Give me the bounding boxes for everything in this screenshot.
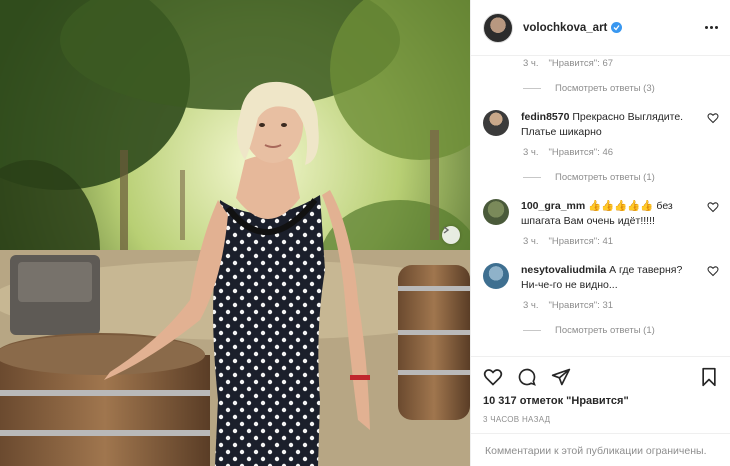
photo-illustration bbox=[0, 0, 470, 466]
comment-meta: 3 ч. "Нравится": 67 bbox=[483, 58, 719, 69]
comment-likes[interactable]: "Нравится": 31 bbox=[549, 300, 614, 311]
view-replies-label[interactable]: Посмотреть ответы (3) bbox=[555, 83, 655, 94]
post-side-panel: volochkova_art 3 ч. "Нравится": 67 Посмо… bbox=[470, 0, 730, 466]
comment-time: 3 ч. bbox=[523, 236, 539, 247]
heart-icon[interactable] bbox=[483, 367, 503, 387]
replies-divider bbox=[523, 177, 541, 178]
chevron-right-icon bbox=[443, 226, 450, 234]
commenter-username[interactable]: fedin8570 bbox=[521, 111, 569, 123]
bookmark-icon[interactable] bbox=[699, 367, 719, 387]
view-replies-label[interactable]: Посмотреть ответы (1) bbox=[555, 172, 655, 183]
post-timestamp[interactable]: 3 ЧАСОВ НАЗАД bbox=[471, 415, 730, 424]
comment-time: 3 ч. bbox=[523, 58, 539, 69]
comment-icon[interactable] bbox=[517, 367, 537, 387]
comment-meta: 3 ч. "Нравится": 41 bbox=[483, 236, 719, 247]
comments-list[interactable]: 3 ч. "Нравится": 67 Посмотреть ответы (3… bbox=[471, 56, 730, 354]
view-replies-button[interactable]: Посмотреть ответы (1) bbox=[483, 325, 719, 336]
comment-meta: 3 ч. "Нравится": 46 bbox=[483, 147, 719, 158]
instagram-post-view: volochkova_art 3 ч. "Нравится": 67 Посмо… bbox=[0, 0, 730, 466]
view-replies-label[interactable]: Посмотреть ответы (1) bbox=[555, 325, 655, 336]
view-replies-button[interactable]: Посмотреть ответы (3) bbox=[483, 83, 719, 94]
comment-likes[interactable]: "Нравится": 41 bbox=[549, 236, 614, 247]
commenter-username[interactable]: nesytovaliudmila bbox=[521, 264, 606, 276]
comment-body: fedin8570 Прекрасно Выглядите. Платье ши… bbox=[521, 110, 701, 140]
comment-time: 3 ч. bbox=[523, 147, 539, 158]
comment-item: 100_gra_mm 👍👍👍👍👍 без шпагата Вам очень и… bbox=[483, 199, 719, 229]
more-options-icon[interactable] bbox=[705, 26, 718, 29]
comment-like-icon[interactable] bbox=[707, 265, 719, 277]
view-replies-button[interactable]: Посмотреть ответы (1) bbox=[483, 172, 719, 183]
post-header: volochkova_art bbox=[471, 0, 730, 56]
likes-count[interactable]: 10 317 отметок "Нравится" bbox=[471, 395, 730, 407]
replies-divider bbox=[523, 88, 541, 89]
commenter-username[interactable]: 100_gra_mm bbox=[521, 200, 585, 212]
post-actions: 10 317 отметок "Нравится" 3 ЧАСОВ НАЗАД bbox=[471, 356, 730, 424]
commenter-avatar[interactable] bbox=[483, 110, 509, 136]
author-avatar[interactable] bbox=[483, 12, 513, 43]
verified-badge-icon bbox=[611, 22, 623, 33]
comment-item: nesytovaliudmila А где таверня? Ни-че-го… bbox=[483, 263, 719, 293]
author-username[interactable]: volochkova_art bbox=[523, 22, 607, 34]
commenter-avatar[interactable] bbox=[483, 199, 509, 225]
comment-likes[interactable]: "Нравится": 67 bbox=[549, 58, 614, 69]
comment-item: fedin8570 Прекрасно Выглядите. Платье ши… bbox=[483, 110, 719, 140]
comment-body: nesytovaliudmila А где таверня? Ни-че-го… bbox=[521, 263, 701, 293]
comment-meta: 3 ч. "Нравится": 31 bbox=[483, 300, 719, 311]
next-photo-button[interactable] bbox=[442, 226, 460, 244]
action-icons-row bbox=[471, 357, 730, 397]
share-icon[interactable] bbox=[551, 367, 571, 387]
comment-time: 3 ч. bbox=[523, 300, 539, 311]
comment-body: 100_gra_mm 👍👍👍👍👍 без шпагата Вам очень и… bbox=[521, 199, 701, 229]
replies-divider bbox=[523, 330, 541, 331]
comment-likes[interactable]: "Нравится": 46 bbox=[549, 147, 614, 158]
comment-like-icon[interactable] bbox=[707, 201, 719, 213]
comment-like-icon[interactable] bbox=[707, 112, 719, 124]
post-photo[interactable] bbox=[0, 0, 470, 466]
commenter-avatar[interactable] bbox=[483, 263, 509, 289]
comments-limited-notice: Комментарии к этой публикации ограничены… bbox=[471, 433, 730, 466]
